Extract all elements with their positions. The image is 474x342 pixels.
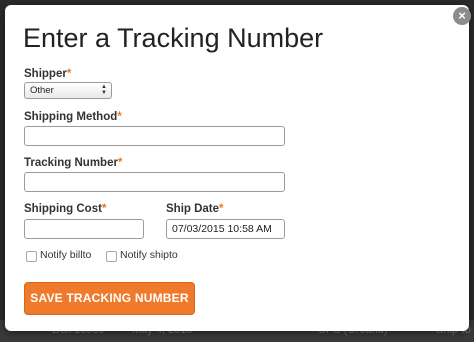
- notify-shipto-checkbox[interactable]: [106, 251, 117, 262]
- tracking-number-modal: × Enter a Tracking Number Shipper* Other…: [5, 5, 471, 331]
- required-marker: *: [117, 111, 122, 123]
- required-marker: *: [101, 203, 107, 215]
- notify-shipto-label: Notify shipto: [120, 249, 178, 261]
- ship-date-label-text: Ship Date: [166, 203, 220, 215]
- shipping-method-input[interactable]: [24, 126, 285, 146]
- required-marker: *: [66, 68, 72, 80]
- notify-billto-checkbox[interactable]: [26, 251, 37, 262]
- shipping-cost-input[interactable]: [24, 219, 144, 239]
- shipper-label-text: Shipper: [24, 68, 67, 80]
- shipping-cost-label: Shipping Cost*: [24, 203, 106, 215]
- required-marker: *: [219, 203, 224, 215]
- shipping-method-label: Shipping Method*: [24, 111, 122, 123]
- save-tracking-number-button[interactable]: SAVE TRACKING NUMBER: [24, 282, 195, 315]
- required-marker: *: [117, 157, 123, 169]
- notify-billto-label: Notify billto: [40, 249, 92, 261]
- select-arrows-icon: ▲ ▼: [101, 84, 107, 96]
- shipping-cost-label-text: Shipping Cost: [24, 203, 102, 215]
- shipper-label: Shipper*: [24, 68, 71, 80]
- tracking-number-input[interactable]: [24, 172, 285, 192]
- shipping-method-label-text: Shipping Method: [24, 111, 118, 123]
- shipper-select[interactable]: Other ▲ ▼: [24, 82, 112, 99]
- ship-date-label: Ship Date*: [166, 203, 224, 215]
- tracking-number-label: Tracking Number*: [24, 157, 122, 169]
- ship-date-input[interactable]: 07/03/2015 10:58 AM: [166, 219, 285, 239]
- tracking-number-label-text: Tracking Number: [24, 157, 118, 169]
- shipper-select-value: Other: [30, 85, 54, 96]
- ship-date-value: 07/03/2015 10:58 AM: [172, 223, 272, 235]
- close-icon[interactable]: ×: [453, 7, 471, 25]
- modal-title: Enter a Tracking Number: [23, 23, 324, 53]
